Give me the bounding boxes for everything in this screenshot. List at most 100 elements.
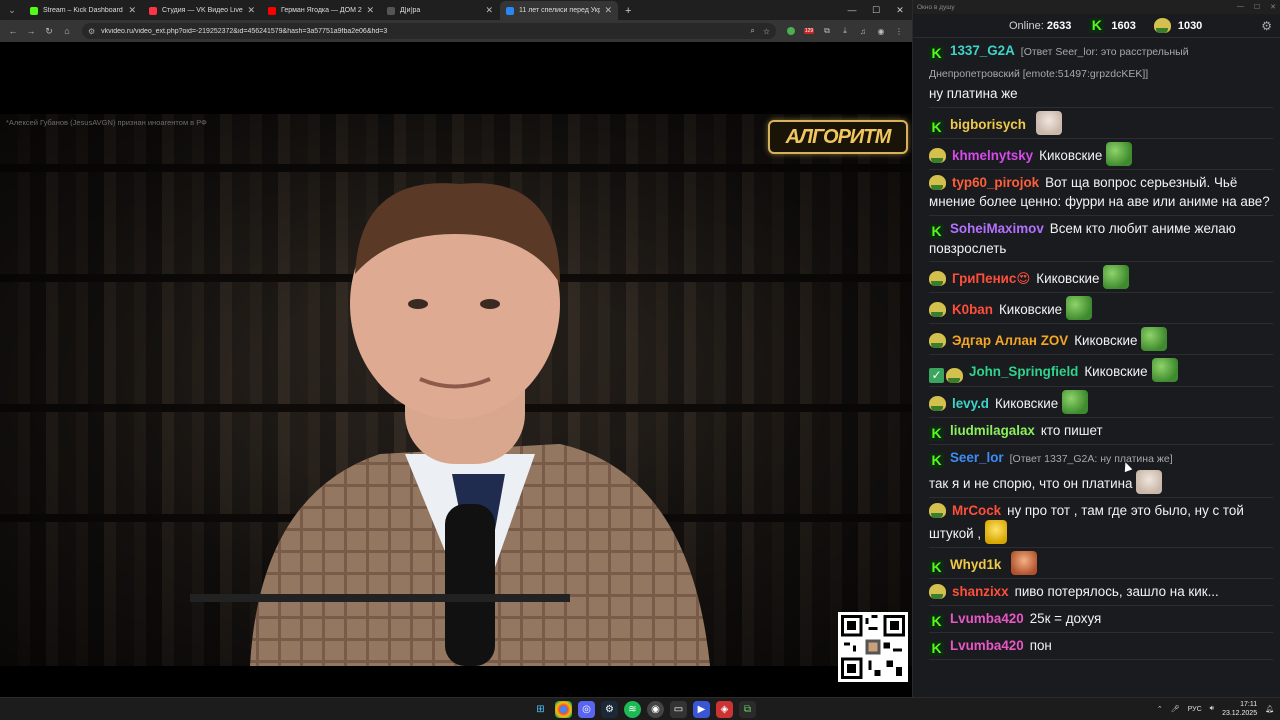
tab-close-icon[interactable]: ✕ xyxy=(604,5,612,16)
chat-message: K Lvumba420 25к = дохуя xyxy=(929,606,1273,633)
chat-username[interactable]: Lvumba420 xyxy=(950,638,1024,653)
kick-badge-icon: K xyxy=(929,613,944,629)
tab-favicon-icon xyxy=(506,6,514,15)
media-control-icon[interactable]: ♫ xyxy=(856,24,870,38)
tab-close-icon[interactable]: ✕ xyxy=(128,5,136,16)
download-icon[interactable]: ⤓ xyxy=(838,24,852,38)
pepe-emote-icon xyxy=(1151,358,1178,382)
clock-time: 17:11 xyxy=(1240,701,1258,708)
face-emote-icon xyxy=(1011,551,1038,575)
language-indicator[interactable]: РУС xyxy=(1188,706,1202,713)
chat-message: ГриПенис😍 Киковские xyxy=(929,262,1273,293)
chat-username[interactable]: Эдгар Аллан ZOV xyxy=(952,333,1068,348)
chat-username[interactable]: Whyd1k xyxy=(950,557,1001,572)
user-badges: K xyxy=(929,119,944,135)
volume-icon[interactable]: 🔊︎ xyxy=(1210,705,1214,713)
user-badges: K xyxy=(929,223,944,239)
tab-favicon-icon xyxy=(30,6,38,15)
start-windows-icon[interactable]: ⊞ xyxy=(532,701,549,718)
user-badges: K xyxy=(929,613,944,629)
tab-title: Stream – Kick Dashboard xyxy=(43,7,123,14)
settings-gear-icon[interactable]: ⚙ xyxy=(1261,19,1272,33)
chat-username[interactable]: SoheiMaximov xyxy=(950,221,1044,236)
pepe-emote-icon xyxy=(1103,265,1130,289)
chat-username[interactable]: MrCock xyxy=(952,503,1001,518)
app-green-icon[interactable]: ⧉ xyxy=(739,701,756,718)
forward-icon[interactable]: → xyxy=(22,22,40,40)
disclaimer-text: *Алексей Губанов (JesusAVGN) признан ино… xyxy=(6,118,207,127)
pepe-badge-icon xyxy=(929,396,946,411)
extensions-puzzle-icon[interactable]: ⧉ xyxy=(820,24,834,38)
home-icon[interactable]: ⌂ xyxy=(58,22,76,40)
user-badges: K xyxy=(929,640,944,656)
address-bar[interactable]: ⚙ vkvideo.ru/video_ext.php?oid=-21925237… xyxy=(82,23,776,39)
mic-icon[interactable]: 🎤︎ xyxy=(1171,705,1180,713)
verified-badge-icon: ✓ xyxy=(929,368,944,383)
tab-close-icon[interactable]: ✕ xyxy=(247,5,255,16)
platform-icon xyxy=(1153,18,1171,33)
discord-icon[interactable]: ◎ xyxy=(578,701,595,718)
tab-search-icon[interactable]: ⌄ xyxy=(4,2,20,18)
tab-close-icon[interactable]: ✕ xyxy=(485,5,493,16)
chat-username[interactable]: typ60_pirojok xyxy=(952,175,1039,190)
steam-icon[interactable]: ⚙ xyxy=(601,701,618,718)
obs-icon[interactable]: ◉ xyxy=(647,701,664,718)
chat-username[interactable]: Lvumba420 xyxy=(950,611,1024,626)
chat-minimize-icon[interactable]: — xyxy=(1237,3,1244,11)
chat-username[interactable]: K0ban xyxy=(952,302,993,317)
maximize-button[interactable]: ☐ xyxy=(864,5,888,16)
browser-tab[interactable]: Д[и]ра ✕ xyxy=(381,1,499,20)
spotify-icon[interactable]: ≋ xyxy=(624,701,641,718)
message-list: K 1337_G2A [Ответ Seer_lor: это расстрельн… xyxy=(913,38,1280,660)
browser-tab[interactable]: Герман Ягодка — ДОМ 2 и вс ✕ xyxy=(262,1,380,20)
chat-username[interactable]: levy.d xyxy=(952,396,989,411)
tab-favicon-icon xyxy=(149,6,157,15)
user-badges xyxy=(929,302,946,317)
tab-title: Д[и]ра xyxy=(400,7,421,14)
player-icon[interactable]: ▶ xyxy=(693,701,710,718)
chat-username[interactable]: liudmilagalax xyxy=(950,423,1035,438)
chat-username[interactable]: ГриПенис😍 xyxy=(952,271,1030,286)
chat-close-icon[interactable]: ✕ xyxy=(1270,3,1276,11)
browser-tab[interactable]: Студия — VK Видео Live ✕ xyxy=(143,1,261,20)
clock[interactable]: 17:11 23.12.2025 xyxy=(1222,700,1257,718)
close-window-button[interactable]: ✕ xyxy=(888,5,912,16)
browser-tab[interactable]: Stream – Kick Dashboard ✕ xyxy=(24,1,142,20)
chat-message-text: 25к = дохуя xyxy=(1029,610,1102,626)
chat-maximize-icon[interactable]: ☐ xyxy=(1254,3,1260,11)
tab-favicon-icon xyxy=(387,6,395,15)
chat-username[interactable]: khmelnytsky xyxy=(952,148,1033,163)
video-player[interactable]: *Алексей Губанов (JesusAVGN) признан ино… xyxy=(0,114,912,666)
bookmark-star-icon[interactable]: ☆ xyxy=(763,27,770,36)
app-icon[interactable]: ▭ xyxy=(670,701,687,718)
zoom-icon[interactable]: ⌕ xyxy=(750,26,754,36)
kick-badge-icon: K xyxy=(929,46,944,61)
chat-header: Online: 2633 K 1603 1030 ⚙ xyxy=(913,14,1280,38)
site-info-icon[interactable]: ⚙ xyxy=(88,27,95,36)
chat-username[interactable]: shanzixx xyxy=(952,584,1009,599)
pepe-emote-icon xyxy=(1106,141,1133,166)
reload-icon[interactable]: ↻ xyxy=(40,22,58,40)
browser-tab[interactable]: 11 лет спелиси перед Укр ✕ xyxy=(500,1,618,20)
chat-message-text: так я и не спорю, что он платина xyxy=(929,475,1133,491)
pepe-badge-icon xyxy=(929,271,946,286)
extension-green-icon[interactable] xyxy=(784,24,798,38)
tab-close-icon[interactable]: ✕ xyxy=(366,5,374,16)
notifications-icon[interactable]: 🔔︎ xyxy=(1265,705,1274,713)
chrome-icon[interactable] xyxy=(555,701,572,718)
user-badges: K xyxy=(929,560,944,575)
kick-icon: K xyxy=(1089,18,1105,33)
system-tray: ⌃ 🎤︎ РУС 🔊︎ 17:11 23.12.2025 🔔︎ xyxy=(1157,700,1274,718)
minimize-button[interactable]: — xyxy=(840,5,864,15)
chat-username[interactable]: John_Springfield xyxy=(969,364,1078,379)
chat-username[interactable]: bigborisych xyxy=(950,117,1026,132)
tray-chevron-icon[interactable]: ⌃ xyxy=(1157,705,1163,713)
menu-icon[interactable]: ⋮ xyxy=(892,24,906,38)
back-icon[interactable]: ← xyxy=(4,22,22,40)
profile-icon[interactable]: ◉ xyxy=(874,24,888,38)
new-tab-button[interactable]: + xyxy=(619,1,637,20)
chat-username[interactable]: Seer_lor xyxy=(950,450,1004,465)
app-red-icon[interactable]: ◈ xyxy=(716,701,733,718)
extension-counter-icon[interactable]: 129 xyxy=(802,24,816,38)
chat-username[interactable]: 1337_G2A xyxy=(950,43,1015,58)
